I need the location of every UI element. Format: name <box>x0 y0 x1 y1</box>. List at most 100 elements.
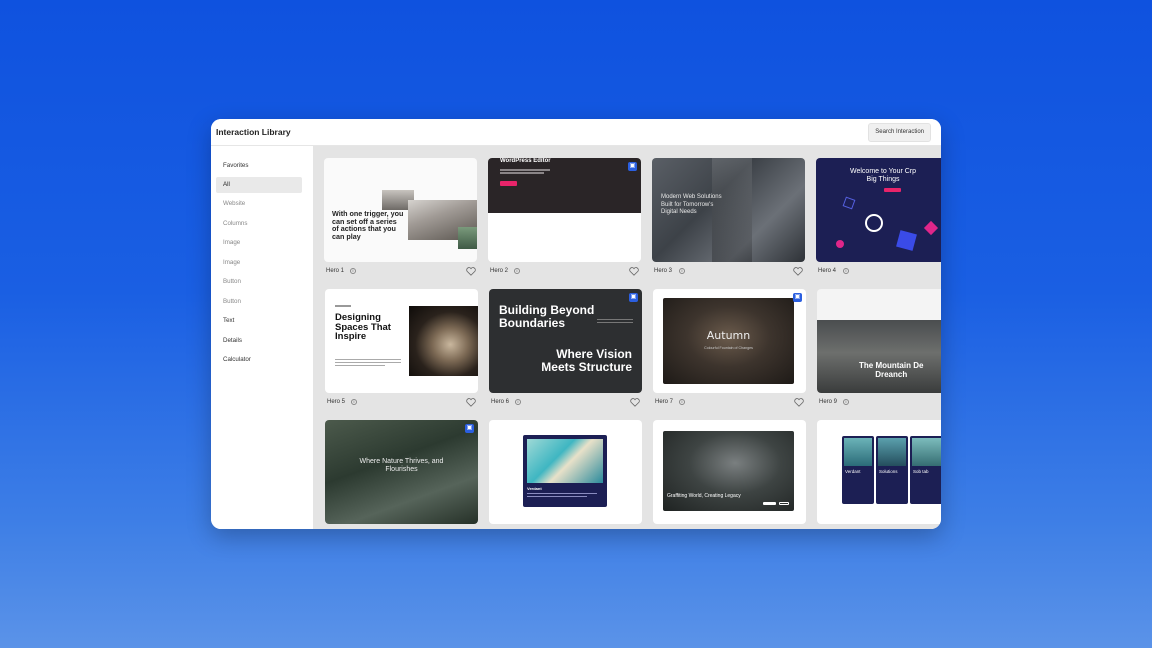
hero-4-diamond-shape <box>923 220 939 236</box>
graffiting-heading: Graffiting World, Creating Legacy <box>667 493 741 499</box>
verdant-column-3-image <box>912 438 941 466</box>
verdant-title: Verdant <box>527 486 542 491</box>
hero-9-mountain-image <box>817 320 941 393</box>
template-badge-icon: ▣ <box>628 162 637 171</box>
template-badge-icon: ▣ <box>793 293 802 302</box>
info-icon[interactable]: i <box>843 399 849 405</box>
info-icon[interactable]: i <box>351 399 357 405</box>
card-hero-5[interactable]: Designing Spaces That Inspire <box>325 289 478 393</box>
hero-6-subheading: Where Vision Meets Structure <box>541 347 632 374</box>
card-forest[interactable]: Where Nature Thrives, and Flourishes ▣ <box>325 420 478 524</box>
info-icon[interactable]: i <box>514 268 520 274</box>
card-hero-3[interactable]: Modern Web Solutions Built for Tomorrow'… <box>652 158 805 262</box>
card-hero-7[interactable]: Autumn Colourful Fountain of Changes ▣ <box>653 289 806 393</box>
verdant-column-1-title: Verdant <box>845 469 861 474</box>
template-badge-icon: ▣ <box>629 293 638 302</box>
sidebar: Favorites All Website Columns Image Imag… <box>211 146 313 529</box>
card-label: Hero 5 <box>327 399 346 405</box>
forest-heading: Where Nature Thrives, and Flourishes <box>359 458 444 473</box>
hero-6-heading: Building Beyond Boundaries <box>499 303 595 330</box>
search-interaction-button[interactable]: Search Interaction <box>868 123 931 142</box>
sidebar-item-details[interactable]: Details <box>216 333 302 349</box>
hero-2-subtext-2 <box>500 172 544 174</box>
hero-4-block-shape <box>896 230 917 251</box>
verdant-body-line-2 <box>527 496 587 498</box>
sidebar-item-columns[interactable]: Columns <box>216 216 302 232</box>
hero-9-heading: The Mountain De Dreanch <box>859 361 924 379</box>
card-verdant-beach[interactable]: Verdant <box>489 420 642 524</box>
hero-7-heading: Autumn <box>706 329 751 342</box>
info-icon[interactable]: i <box>679 268 685 274</box>
heart-icon[interactable] <box>466 398 476 407</box>
heart-icon[interactable] <box>794 398 804 407</box>
card-label: Hero 4 <box>818 268 837 274</box>
hero-2-cta-button <box>500 181 517 186</box>
hero-5-body-line <box>335 359 401 361</box>
card-grid: With one trigger, you can set off a seri… <box>313 146 941 529</box>
hero-4-heading: Welcome to Your Crp Big Things <box>850 168 917 183</box>
sidebar-item-image-2[interactable]: Image <box>216 255 302 271</box>
card-label: Hero 1 <box>326 268 345 274</box>
verdant-column-2-image <box>878 438 906 466</box>
graffiting-secondary-button <box>779 502 789 505</box>
info-icon[interactable]: i <box>515 399 521 405</box>
card-label: Hero 9 <box>819 399 838 405</box>
title-bar: Interaction Library Search Interaction <box>211 119 941 146</box>
verdant-beach-image <box>527 439 603 483</box>
hero-4-ring-shape <box>865 214 883 232</box>
info-icon[interactable]: i <box>350 268 356 274</box>
hero-2-subtext <box>500 169 550 171</box>
hero-5-eyebrow <box>335 305 351 307</box>
hero-5-heading: Designing Spaces That Inspire <box>335 312 391 342</box>
sidebar-item-favorites[interactable]: Favorites <box>216 158 302 174</box>
heart-icon[interactable] <box>630 398 640 407</box>
card-hero-4[interactable]: Welcome to Your Crp Big Things <box>816 158 941 262</box>
graffiting-cta-button <box>763 502 776 505</box>
verdant-column-3-title: Sob tab <box>913 469 929 474</box>
interaction-library-window: Interaction Library Search Interaction F… <box>211 119 941 529</box>
sidebar-item-button[interactable]: Button <box>216 274 302 290</box>
card-label: Hero 2 <box>490 268 509 274</box>
heart-icon[interactable] <box>466 267 476 276</box>
info-icon[interactable]: i <box>843 268 849 274</box>
card-graffiting[interactable]: Graffiting World, Creating Legacy <box>653 420 806 524</box>
sidebar-item-calculator[interactable]: Calculator <box>216 352 302 368</box>
sidebar-item-text[interactable]: Text <box>216 313 302 329</box>
app-title: Interaction Library <box>216 127 291 137</box>
card-verdant-solutions[interactable]: Verdant Solutions Sob tab <box>817 420 941 524</box>
graffiting-image <box>663 431 794 511</box>
hero-6-body-line-2 <box>597 322 633 324</box>
hero-5-body-line-2 <box>335 362 401 364</box>
template-badge-icon: ▣ <box>465 424 474 433</box>
heart-icon[interactable] <box>793 267 803 276</box>
hero-6-body-line <box>597 319 633 321</box>
card-hero-1[interactable]: With one trigger, you can set off a seri… <box>324 158 477 262</box>
hero-1-heading: With one trigger, you can set off a seri… <box>332 209 404 241</box>
hero-5-body-line-3 <box>335 365 385 367</box>
sidebar-item-all[interactable]: All <box>216 177 302 193</box>
hero-4-cta-button <box>884 188 901 192</box>
card-label: Hero 3 <box>654 268 673 274</box>
verdant-column-2-title: Solutions <box>879 469 898 474</box>
hero-3-heading: Modern Web Solutions Built for Tomorrow'… <box>661 194 722 215</box>
hero-4-square-shape <box>842 196 856 210</box>
card-hero-6[interactable]: Building Beyond Boundaries Where Vision … <box>489 289 642 393</box>
heart-icon[interactable] <box>629 267 639 276</box>
sidebar-item-button-2[interactable]: Button <box>216 294 302 310</box>
card-label: Hero 6 <box>491 399 510 405</box>
card-label: Hero 7 <box>655 399 674 405</box>
card-hero-9[interactable]: The Mountain De Dreanch <box>817 289 941 393</box>
hero-4-dot-shape <box>836 240 844 248</box>
verdant-column-1-image <box>844 438 872 466</box>
info-icon[interactable]: i <box>679 399 685 405</box>
sidebar-item-website[interactable]: Website <box>216 196 302 212</box>
verdant-body-line <box>527 493 597 495</box>
hero-5-archway-image <box>409 306 478 376</box>
verdant-column-1: Verdant <box>842 436 874 504</box>
verdant-column-2: Solutions <box>876 436 908 504</box>
sidebar-item-image[interactable]: Image <box>216 235 302 251</box>
hero-2-heading: WordPress Editor <box>500 158 551 164</box>
hero-7-subheading: Colourful Fountain of Changes <box>704 346 753 350</box>
card-hero-2[interactable]: WordPress Editor ▣ <box>488 158 641 262</box>
hero-1-image-small <box>458 227 477 249</box>
